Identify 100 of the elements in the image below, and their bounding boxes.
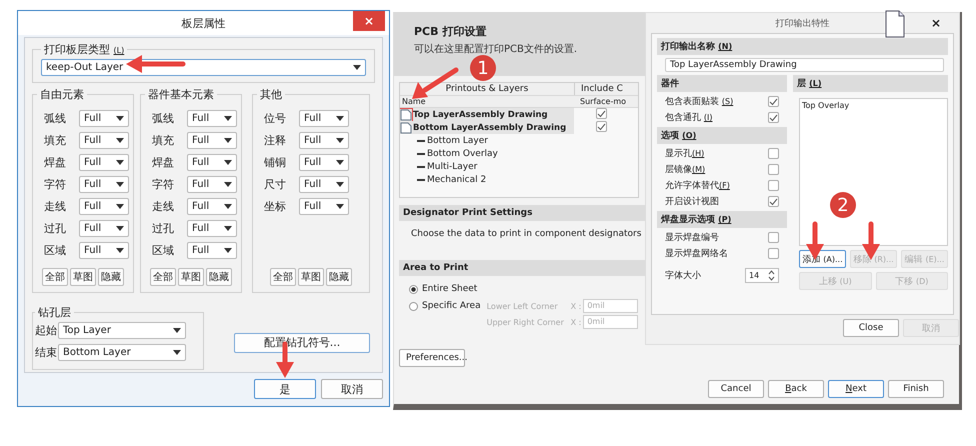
caret-icon (116, 138, 124, 143)
dropdown[interactable]: Full (187, 132, 237, 149)
layer-item[interactable]: Bottom Layer (427, 136, 488, 146)
field-label: 字体大小 (665, 270, 701, 282)
dropdown[interactable]: Full (187, 176, 237, 193)
preset-button[interactable]: 隐藏 (326, 268, 352, 286)
caret-icon (173, 328, 181, 333)
dropdown[interactable]: Top Layer (58, 322, 186, 339)
checkbox[interactable] (596, 121, 607, 132)
caret-icon (336, 204, 344, 209)
dropdown[interactable]: Full (299, 176, 349, 193)
caret-icon (336, 138, 344, 143)
wizard-title: PCB 打印设置 (414, 24, 488, 39)
dropdown[interactable]: Full (299, 198, 349, 215)
field-label: 区域 (43, 243, 67, 258)
field-label: 字符 (43, 177, 67, 192)
section-header: Area to Print (399, 260, 646, 276)
axis-label: X : (570, 302, 582, 310)
radio-button[interactable] (409, 284, 418, 294)
column-group-header: Printouts & Layers (444, 83, 530, 95)
field-label: Upper Right Corner (486, 318, 565, 326)
preset-button[interactable]: 全部 (270, 268, 296, 286)
close-button[interactable]: × (353, 11, 385, 31)
preset-button[interactable]: 草图 (298, 268, 324, 286)
dropdown[interactable]: Full (79, 110, 129, 127)
dialog-button[interactable]: 取消 (321, 379, 383, 399)
preset-button[interactable]: 草图 (178, 268, 204, 286)
axis-label: X : (570, 318, 582, 326)
checkbox[interactable] (768, 196, 779, 207)
option-label: 开启设计视图 (665, 196, 719, 208)
layer-item[interactable]: Multi-Layer (427, 162, 478, 172)
caret-icon (224, 116, 232, 121)
dropdown[interactable]: Full (187, 198, 237, 215)
option-label: 显示焊盘网络名 (665, 248, 728, 260)
wizard-button[interactable]: Next (828, 380, 884, 398)
field-label: 焊盘 (43, 155, 67, 170)
wizard-button[interactable]: Finish (888, 380, 944, 398)
dialog-button[interactable]: 是 (254, 379, 316, 399)
dropdown[interactable]: Full (299, 132, 349, 149)
checkbox[interactable] (768, 180, 779, 191)
wizard-subtitle: 可以在这里配置打印PCB文件的设置. (414, 42, 578, 56)
preset-button[interactable]: 草图 (70, 268, 96, 286)
preferences-button[interactable]: Preferences... (399, 349, 465, 367)
option-label: 显示焊盘编号 (665, 232, 719, 244)
section-header: Designator Print Settings (399, 205, 646, 221)
checkbox[interactable] (596, 108, 607, 120)
section-header: 层 (L) (793, 75, 948, 92)
dropdown[interactable]: keep-Out Layer (41, 59, 366, 76)
wizard-button[interactable]: Back (768, 380, 824, 398)
caret-icon (116, 160, 124, 165)
section-header: 器件 (657, 75, 787, 92)
dialog-button[interactable]: Close (843, 319, 899, 337)
checkbox[interactable] (768, 148, 779, 159)
checkbox[interactable] (768, 248, 779, 259)
preset-button[interactable]: 全部 (150, 268, 176, 286)
dropdown[interactable]: Full (187, 154, 237, 171)
field-label: 注释 (263, 133, 287, 148)
font-size-spinner[interactable]: 14 (745, 268, 779, 282)
name-field[interactable]: Top LayerAssembly Drawing (665, 58, 944, 72)
caret-icon (336, 116, 344, 121)
field-label: 弧线 (151, 111, 175, 126)
section-header: 选项 (O) (657, 127, 787, 144)
field-label: 区域 (151, 243, 175, 258)
dropdown[interactable]: Full (299, 154, 349, 171)
field-label: 尺寸 (263, 177, 287, 192)
radio-button[interactable] (409, 302, 418, 310)
group-title: 自由元素 (39, 87, 85, 102)
preset-button[interactable]: 全部 (42, 268, 68, 286)
checkbox[interactable] (768, 164, 779, 175)
checkbox[interactable] (768, 232, 779, 243)
layer-item[interactable]: Mechanical 2 (427, 174, 486, 184)
wizard-button[interactable]: Cancel (708, 380, 764, 398)
preset-button[interactable]: 隐藏 (98, 268, 124, 286)
list-item[interactable]: Top Overlay (802, 101, 945, 110)
radio-option[interactable]: Entire Sheet (409, 284, 481, 294)
field-label: 过孔 (43, 221, 67, 236)
checkbox[interactable] (768, 112, 779, 123)
dropdown[interactable]: Full (79, 198, 129, 215)
dropdown[interactable]: Full (79, 176, 129, 193)
dropdown[interactable]: Full (187, 110, 237, 127)
dropdown[interactable]: Full (79, 154, 129, 171)
layer-item[interactable]: Bottom Overlay (427, 148, 498, 158)
section-description: Choose the data to print in component designators (410, 228, 642, 241)
caret-icon (353, 65, 361, 70)
dropdown[interactable]: Full (79, 242, 129, 259)
field-label: 起始 (35, 323, 57, 338)
dropdown[interactable]: Full (79, 132, 129, 149)
preset-button[interactable]: 隐藏 (206, 268, 232, 286)
dropdown[interactable]: Full (299, 110, 349, 127)
dropdown[interactable]: Bottom Layer (58, 344, 186, 361)
dropdown[interactable]: Full (187, 220, 237, 237)
caret-icon (116, 248, 124, 253)
printout-row[interactable]: Bottom LayerAssembly Drawing (400, 121, 574, 134)
close-button[interactable]: × (924, 15, 947, 31)
dropdown[interactable]: Full (187, 242, 237, 259)
checkbox[interactable] (768, 96, 779, 107)
printout-row[interactable]: Top LayerAssembly Drawing (400, 108, 574, 121)
caret-icon (116, 226, 124, 231)
radio-option[interactable]: Specific Area (409, 301, 481, 311)
dropdown[interactable]: Full (79, 220, 129, 237)
